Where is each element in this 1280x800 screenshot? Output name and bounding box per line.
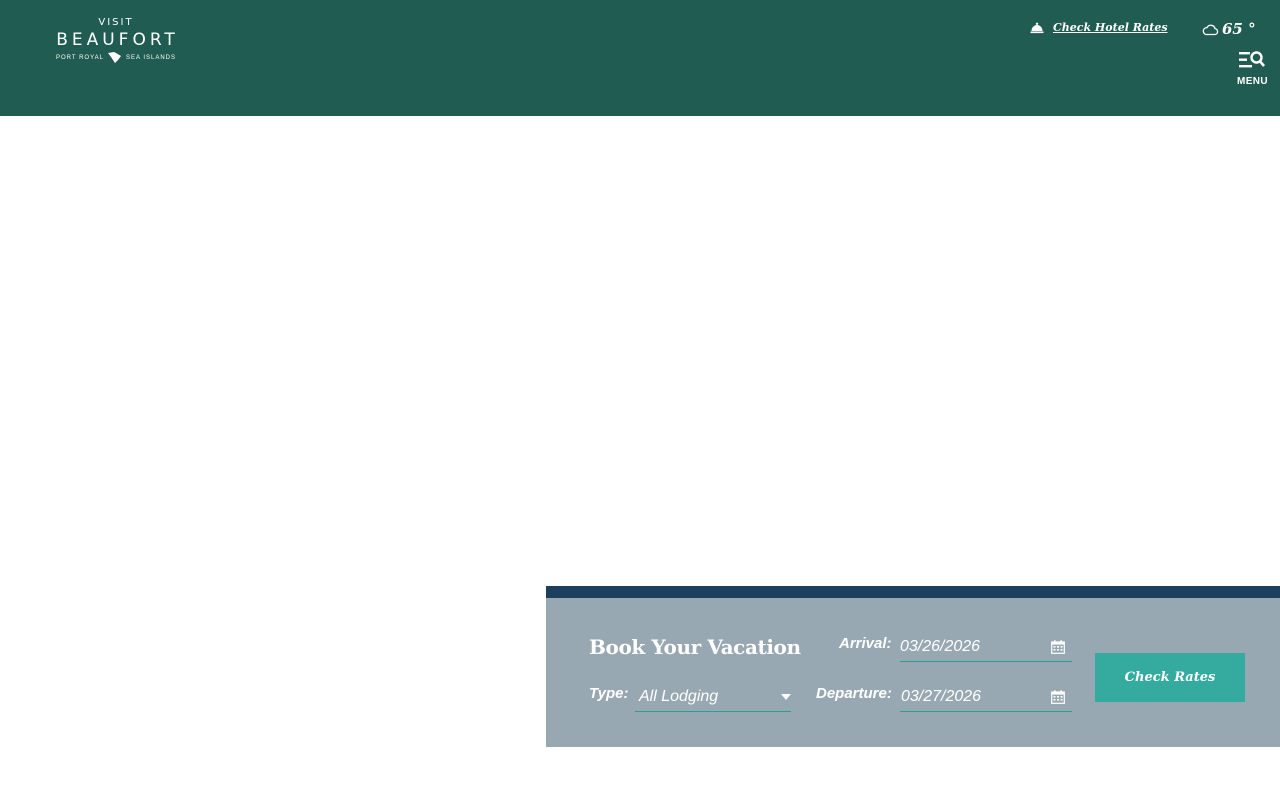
type-label: Type: <box>589 685 629 702</box>
site-header: VISIT BEAUFORT PORT ROYAL SEA ISLANDS Ch… <box>0 0 1280 116</box>
logo-sub-right: SEA ISLANDS <box>125 54 177 61</box>
departure-label: Departure: <box>816 685 892 702</box>
weather-widget: 65 ° <box>1202 20 1256 38</box>
menu-search-icon <box>1237 50 1265 72</box>
caret-down-icon <box>781 694 791 700</box>
lodging-type-value: All Lodging <box>639 687 719 705</box>
check-rates-button[interactable]: Check Rates <box>1095 653 1245 702</box>
calendar-icon <box>1051 640 1065 654</box>
departure-date-value: 03/27/2026 <box>901 687 982 705</box>
logo-visit-text: VISIT <box>98 17 134 28</box>
arrival-date-value: 03/26/2026 <box>900 637 981 655</box>
service-bell-icon <box>1030 22 1044 34</box>
menu-button[interactable]: MENU <box>1236 50 1272 90</box>
menu-label: MENU <box>1237 76 1269 87</box>
booking-accent-bar <box>546 586 1280 598</box>
temperature-text: 65 ° <box>1222 20 1256 38</box>
arrival-label: Arrival: <box>839 635 892 652</box>
logo-sub-left: PORT ROYAL <box>55 54 104 61</box>
check-hotel-rates-link[interactable]: Check Hotel Rates <box>1030 21 1168 34</box>
south-carolina-state-icon <box>107 52 122 63</box>
logo-name-text: BEAUFORT <box>56 30 179 50</box>
arrival-date-input[interactable]: 03/26/2026 <box>900 632 1072 662</box>
booking-widget: Book Your Vacation Type: All Lodging Arr… <box>546 598 1280 747</box>
visit-beaufort-logo[interactable]: VISIT BEAUFORT PORT ROYAL SEA ISLANDS <box>34 17 198 69</box>
booking-title: Book Your Vacation <box>589 635 801 659</box>
departure-date-input[interactable]: 03/27/2026 <box>900 682 1072 712</box>
calendar-icon <box>1051 690 1065 704</box>
logo-subtitle: PORT ROYAL SEA ISLANDS <box>34 52 198 63</box>
lodging-type-select[interactable]: All Lodging <box>635 682 791 712</box>
cloud-icon <box>1202 23 1219 36</box>
check-hotel-rates-label: Check Hotel Rates <box>1053 21 1168 34</box>
